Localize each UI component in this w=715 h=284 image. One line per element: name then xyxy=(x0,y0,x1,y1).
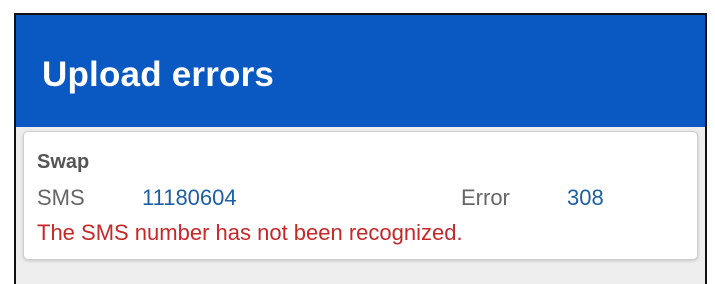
error-message: The SMS number has not been recognized. xyxy=(37,220,463,245)
page-title: Upload errors xyxy=(42,55,275,94)
error-card-title: Swap xyxy=(37,151,90,173)
sms-number-value: 11180604 xyxy=(142,185,237,210)
upload-error-card[interactable]: Swap SMS 11180604 Error 308 The SMS numb… xyxy=(23,131,698,260)
sms-label: SMS xyxy=(37,185,85,210)
app-bar: Upload errors xyxy=(16,15,705,127)
app-screen: Upload errors Swap SMS 11180604 Error 30… xyxy=(14,13,707,284)
error-code-value: 308 xyxy=(567,185,604,210)
error-label: Error xyxy=(461,185,510,210)
